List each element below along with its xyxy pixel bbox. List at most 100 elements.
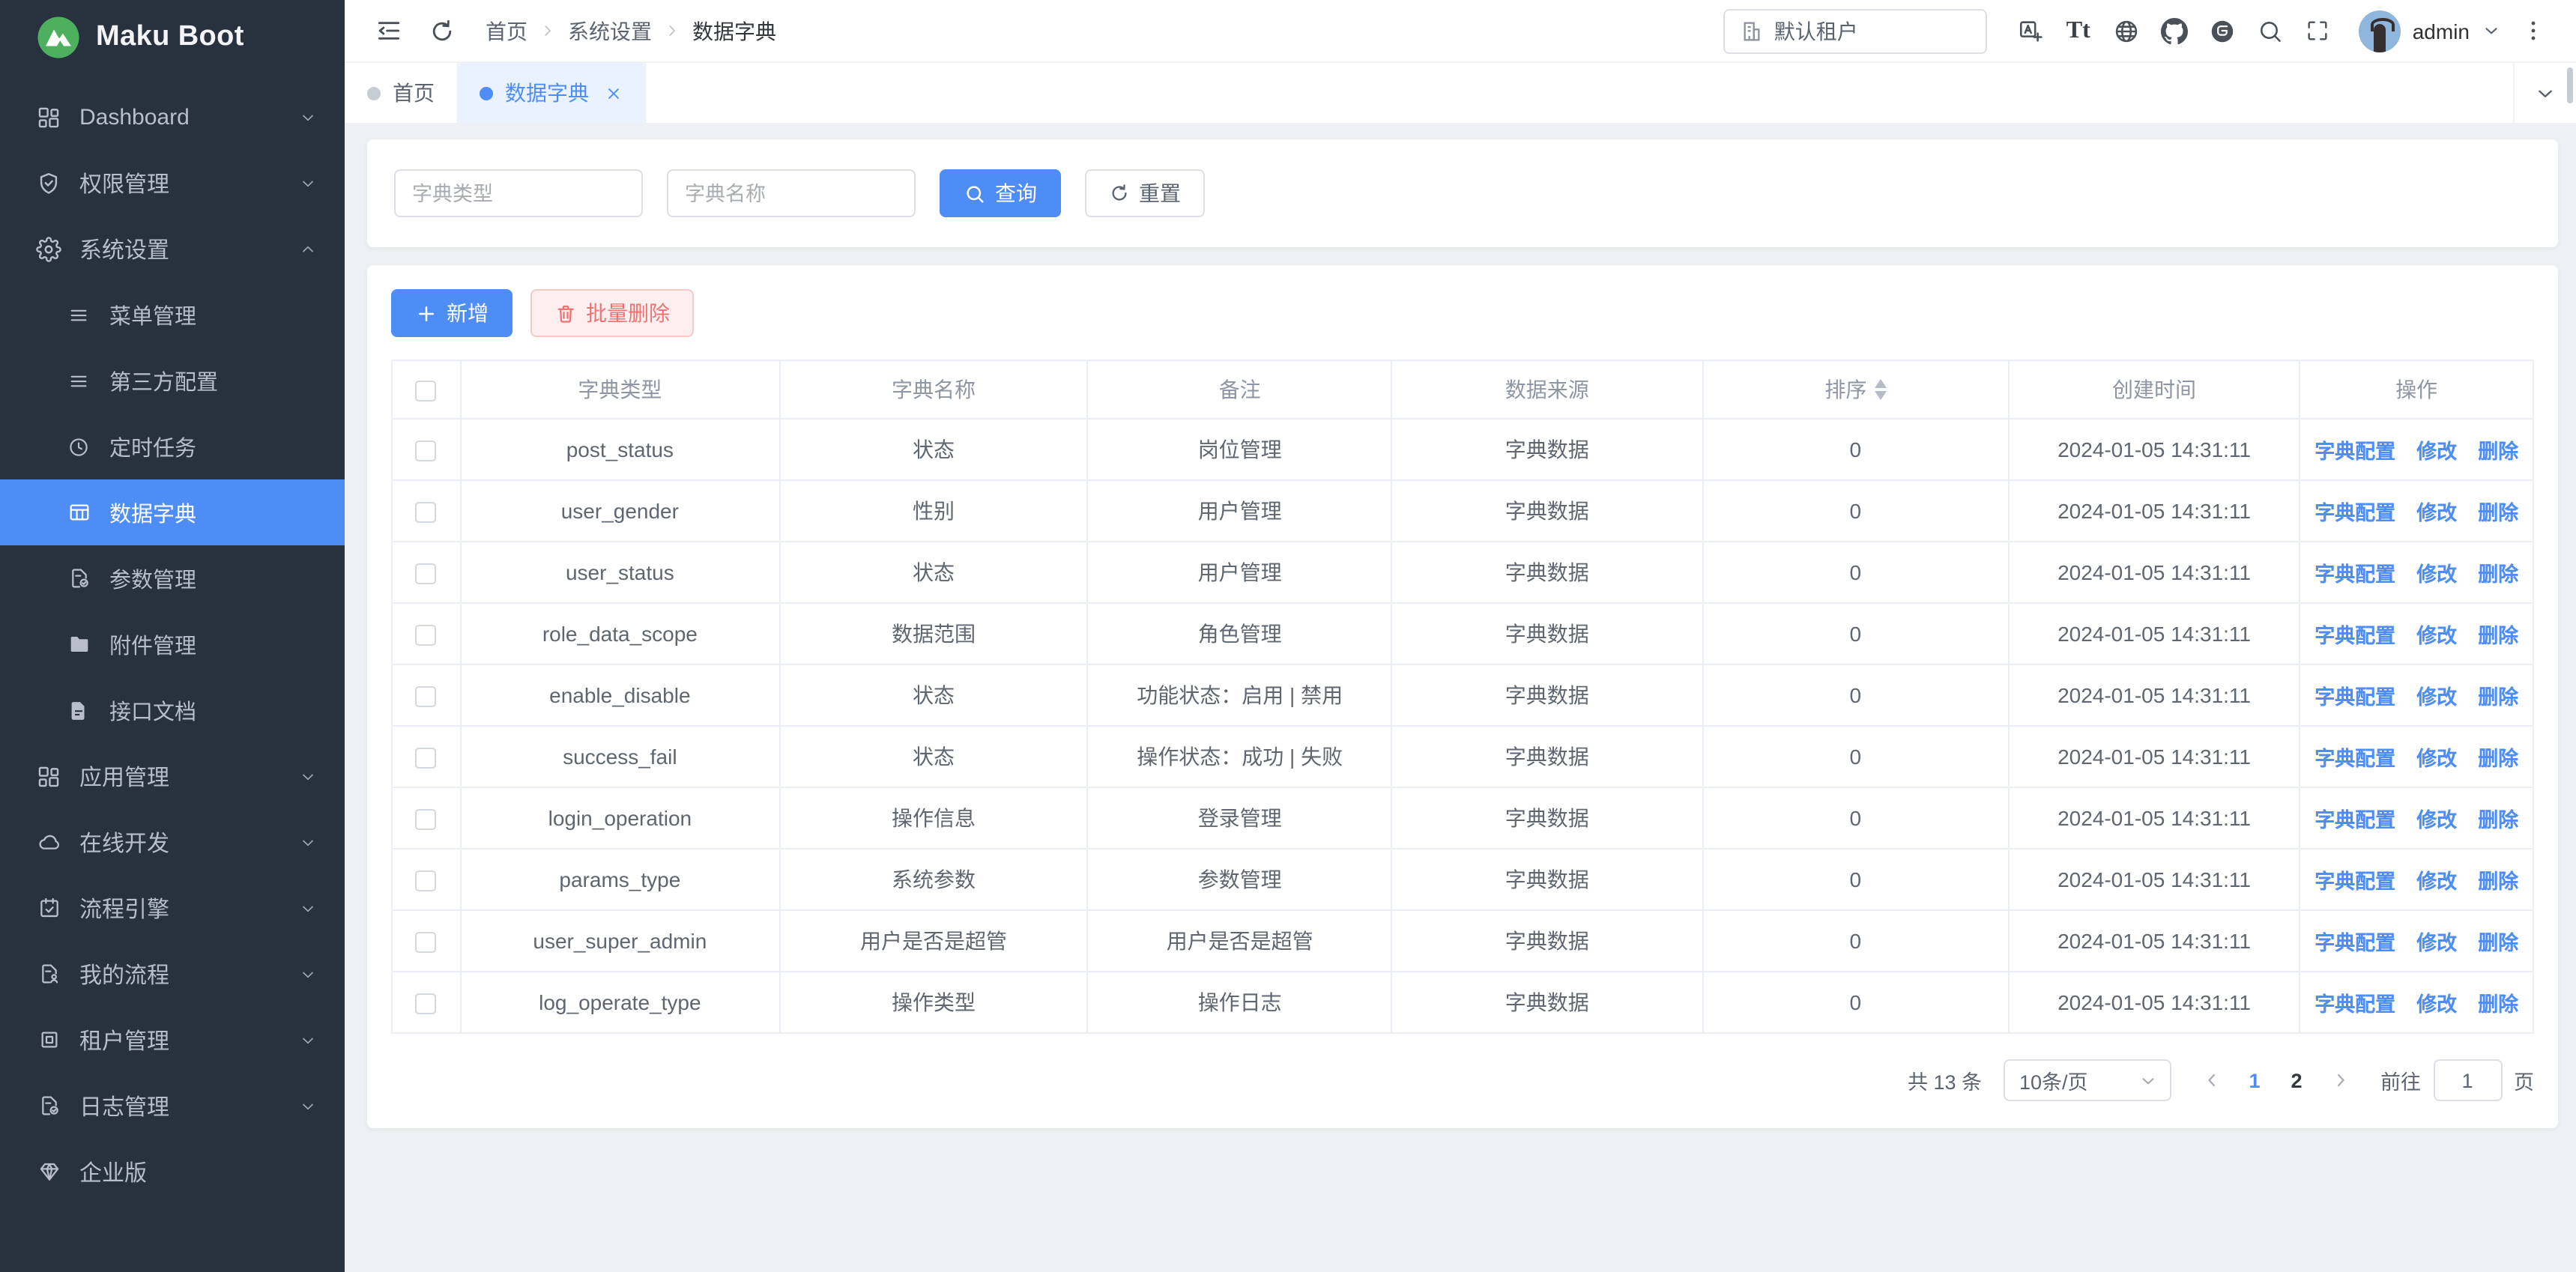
edit-link[interactable]: 修改 — [2416, 870, 2457, 893]
refresh-icon[interactable] — [420, 8, 465, 53]
dict-config-link[interactable]: 字典配置 — [2315, 686, 2395, 709]
row-checkbox[interactable] — [416, 502, 437, 523]
dict-name-input[interactable] — [667, 169, 916, 217]
tenant-select[interactable]: 默认租户 — [1723, 8, 1987, 53]
edit-link[interactable]: 修改 — [2416, 625, 2457, 647]
sidebar-item-menu-management[interactable]: 菜单管理 — [0, 282, 345, 348]
fullscreen-icon[interactable] — [2296, 8, 2341, 53]
reset-button[interactable]: 重置 — [1085, 169, 1205, 217]
cell-source: 字典数据 — [1392, 419, 1702, 480]
row-checkbox[interactable] — [416, 748, 437, 769]
sidebar-item-data-dictionary[interactable]: 数据字典 — [0, 479, 345, 545]
sidebar-item-api-docs[interactable]: 接口文档 — [0, 677, 345, 743]
sidebar-item-params-management[interactable]: 参数管理 — [0, 545, 345, 611]
cell-sort: 0 — [1702, 849, 2009, 910]
sidebar-item-tenant-management[interactable]: 租户管理 — [0, 1007, 345, 1073]
delete-link[interactable]: 删除 — [2478, 440, 2518, 463]
row-checkbox[interactable] — [416, 625, 437, 646]
sidebar-item-attachment-management[interactable]: 附件管理 — [0, 611, 345, 677]
next-page-button[interactable] — [2320, 1059, 2359, 1101]
delete-link[interactable]: 删除 — [2478, 686, 2518, 709]
sidebar-item-app-management[interactable]: 应用管理 — [0, 743, 345, 809]
close-icon[interactable] — [604, 83, 623, 103]
cell-type: user_super_admin — [460, 910, 779, 972]
tab-home[interactable]: 首页 — [345, 63, 457, 123]
row-checkbox[interactable] — [416, 686, 437, 707]
breadcrumb-item[interactable]: 系统设置 — [568, 16, 652, 46]
sidebar-item-enterprise[interactable]: 企业版 — [0, 1139, 345, 1205]
sidebar-item-workflow-engine[interactable]: 流程引擎 — [0, 875, 345, 941]
row-checkbox[interactable] — [416, 809, 437, 830]
page-number-1[interactable]: 1 — [2234, 1059, 2276, 1101]
list-icon — [66, 302, 91, 327]
dict-config-link[interactable]: 字典配置 — [2315, 809, 2395, 832]
dict-config-link[interactable]: 字典配置 — [2315, 993, 2395, 1016]
column-header: 备注 — [1088, 360, 1392, 419]
delete-link[interactable]: 删除 — [2478, 625, 2518, 647]
github-icon[interactable] — [2152, 8, 2197, 53]
dict-config-link[interactable]: 字典配置 — [2315, 932, 2395, 954]
breadcrumb-item[interactable]: 首页 — [486, 16, 527, 46]
dict-config-link[interactable]: 字典配置 — [2315, 870, 2395, 893]
add-button[interactable]: 新增 — [391, 289, 513, 337]
font-size-icon[interactable]: Tt — [2056, 8, 2101, 53]
cell-remark: 角色管理 — [1088, 603, 1392, 664]
page-size-select[interactable]: 10条/页 — [2003, 1059, 2171, 1101]
scrollbar-thumb[interactable] — [2567, 67, 2573, 103]
sort-control[interactable]: 排序 — [1824, 375, 1886, 405]
dict-config-link[interactable]: 字典配置 — [2315, 440, 2395, 463]
sidebar-item-online-dev[interactable]: 在线开发 — [0, 809, 345, 875]
query-button[interactable]: 查询 — [940, 169, 1061, 217]
dict-config-link[interactable]: 字典配置 — [2315, 625, 2395, 647]
sidebar-item-third-party-config[interactable]: 第三方配置 — [0, 348, 345, 414]
edit-link[interactable]: 修改 — [2416, 932, 2457, 954]
row-checkbox[interactable] — [416, 440, 437, 461]
edit-link[interactable]: 修改 — [2416, 686, 2457, 709]
gitee-icon[interactable] — [2200, 8, 2245, 53]
row-checkbox[interactable] — [416, 993, 437, 1014]
edit-link[interactable]: 修改 — [2416, 993, 2457, 1016]
sidebar-item-scheduled-tasks[interactable]: 定时任务 — [0, 414, 345, 479]
translate-icon[interactable] — [2008, 8, 2053, 53]
sidebar-item-permissions[interactable]: 权限管理 — [0, 150, 345, 216]
globe-icon[interactable] — [2104, 8, 2149, 53]
select-all-checkbox[interactable] — [416, 381, 437, 402]
logo[interactable]: Maku Boot — [0, 0, 345, 75]
cell-remark: 参数管理 — [1088, 849, 1392, 910]
edit-link[interactable]: 修改 — [2416, 440, 2457, 463]
page-number-2[interactable]: 2 — [2276, 1059, 2318, 1101]
goto-page-input[interactable] — [2433, 1059, 2502, 1101]
sidebar-item-log-management[interactable]: 日志管理 — [0, 1073, 345, 1139]
tab-data-dictionary[interactable]: 数据字典 — [457, 63, 646, 123]
sidebar-item-my-workflow[interactable]: 我的流程 — [0, 941, 345, 1007]
delete-link[interactable]: 删除 — [2478, 809, 2518, 832]
collapse-sidebar-icon[interactable] — [366, 8, 411, 53]
dict-config-link[interactable]: 字典配置 — [2315, 502, 2395, 524]
row-checkbox[interactable] — [416, 563, 437, 584]
delete-link[interactable]: 删除 — [2478, 932, 2518, 954]
prev-page-button[interactable] — [2192, 1059, 2231, 1101]
batch-delete-button[interactable]: 批量删除 — [530, 289, 694, 337]
user-menu[interactable]: admin — [2359, 10, 2501, 52]
row-checkbox[interactable] — [416, 932, 437, 953]
delete-link[interactable]: 删除 — [2478, 563, 2518, 586]
delete-link[interactable]: 删除 — [2478, 993, 2518, 1016]
delete-link[interactable]: 删除 — [2478, 748, 2518, 770]
edit-link[interactable]: 修改 — [2416, 502, 2457, 524]
dict-type-input[interactable] — [394, 169, 643, 217]
edit-link[interactable]: 修改 — [2416, 563, 2457, 586]
kebab-menu-icon[interactable] — [2510, 8, 2555, 53]
edit-link[interactable]: 修改 — [2416, 809, 2457, 832]
dict-config-link[interactable]: 字典配置 — [2315, 748, 2395, 770]
edit-link[interactable]: 修改 — [2416, 748, 2457, 770]
dict-config-link[interactable]: 字典配置 — [2315, 563, 2395, 586]
cell-name: 性别 — [779, 480, 1088, 542]
sidebar-item-label: 菜单管理 — [109, 299, 196, 330]
sidebar-item-dashboard[interactable]: Dashboard — [0, 84, 345, 150]
delete-link[interactable]: 删除 — [2478, 502, 2518, 524]
row-checkbox[interactable] — [416, 870, 437, 891]
sidebar-item-system-settings[interactable]: 系统设置 — [0, 216, 345, 282]
delete-link[interactable]: 删除 — [2478, 870, 2518, 893]
search-icon[interactable] — [2248, 8, 2293, 53]
sidebar-item-label: 定时任务 — [109, 431, 196, 462]
